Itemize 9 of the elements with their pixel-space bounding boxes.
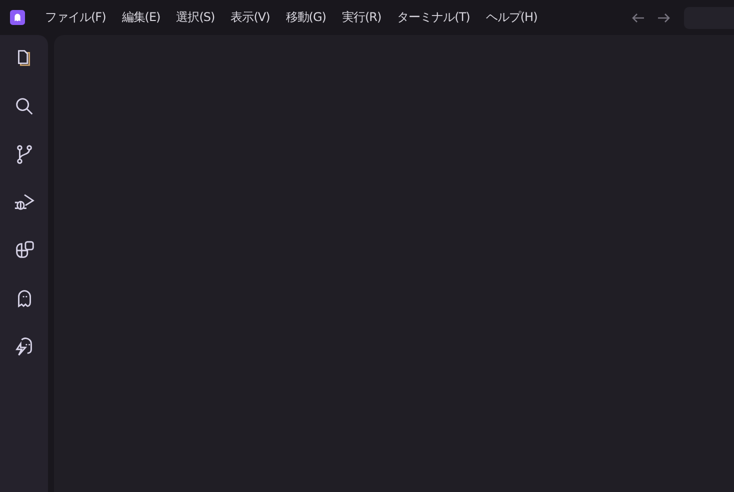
menu-item[interactable]: ファイル(F): [37, 9, 114, 26]
menu-item[interactable]: 移動(G): [278, 9, 334, 26]
menu-item[interactable]: ターミナル(T): [389, 9, 478, 26]
app-logo-icon: [10, 10, 25, 25]
menu-item[interactable]: ヘルプ(H): [478, 9, 546, 26]
menu-item[interactable]: 表示(V): [222, 9, 278, 26]
menu-item[interactable]: 編集(E): [114, 9, 168, 26]
menu-item[interactable]: 実行(R): [334, 9, 390, 26]
menu-item[interactable]: 選択(S): [168, 9, 223, 26]
